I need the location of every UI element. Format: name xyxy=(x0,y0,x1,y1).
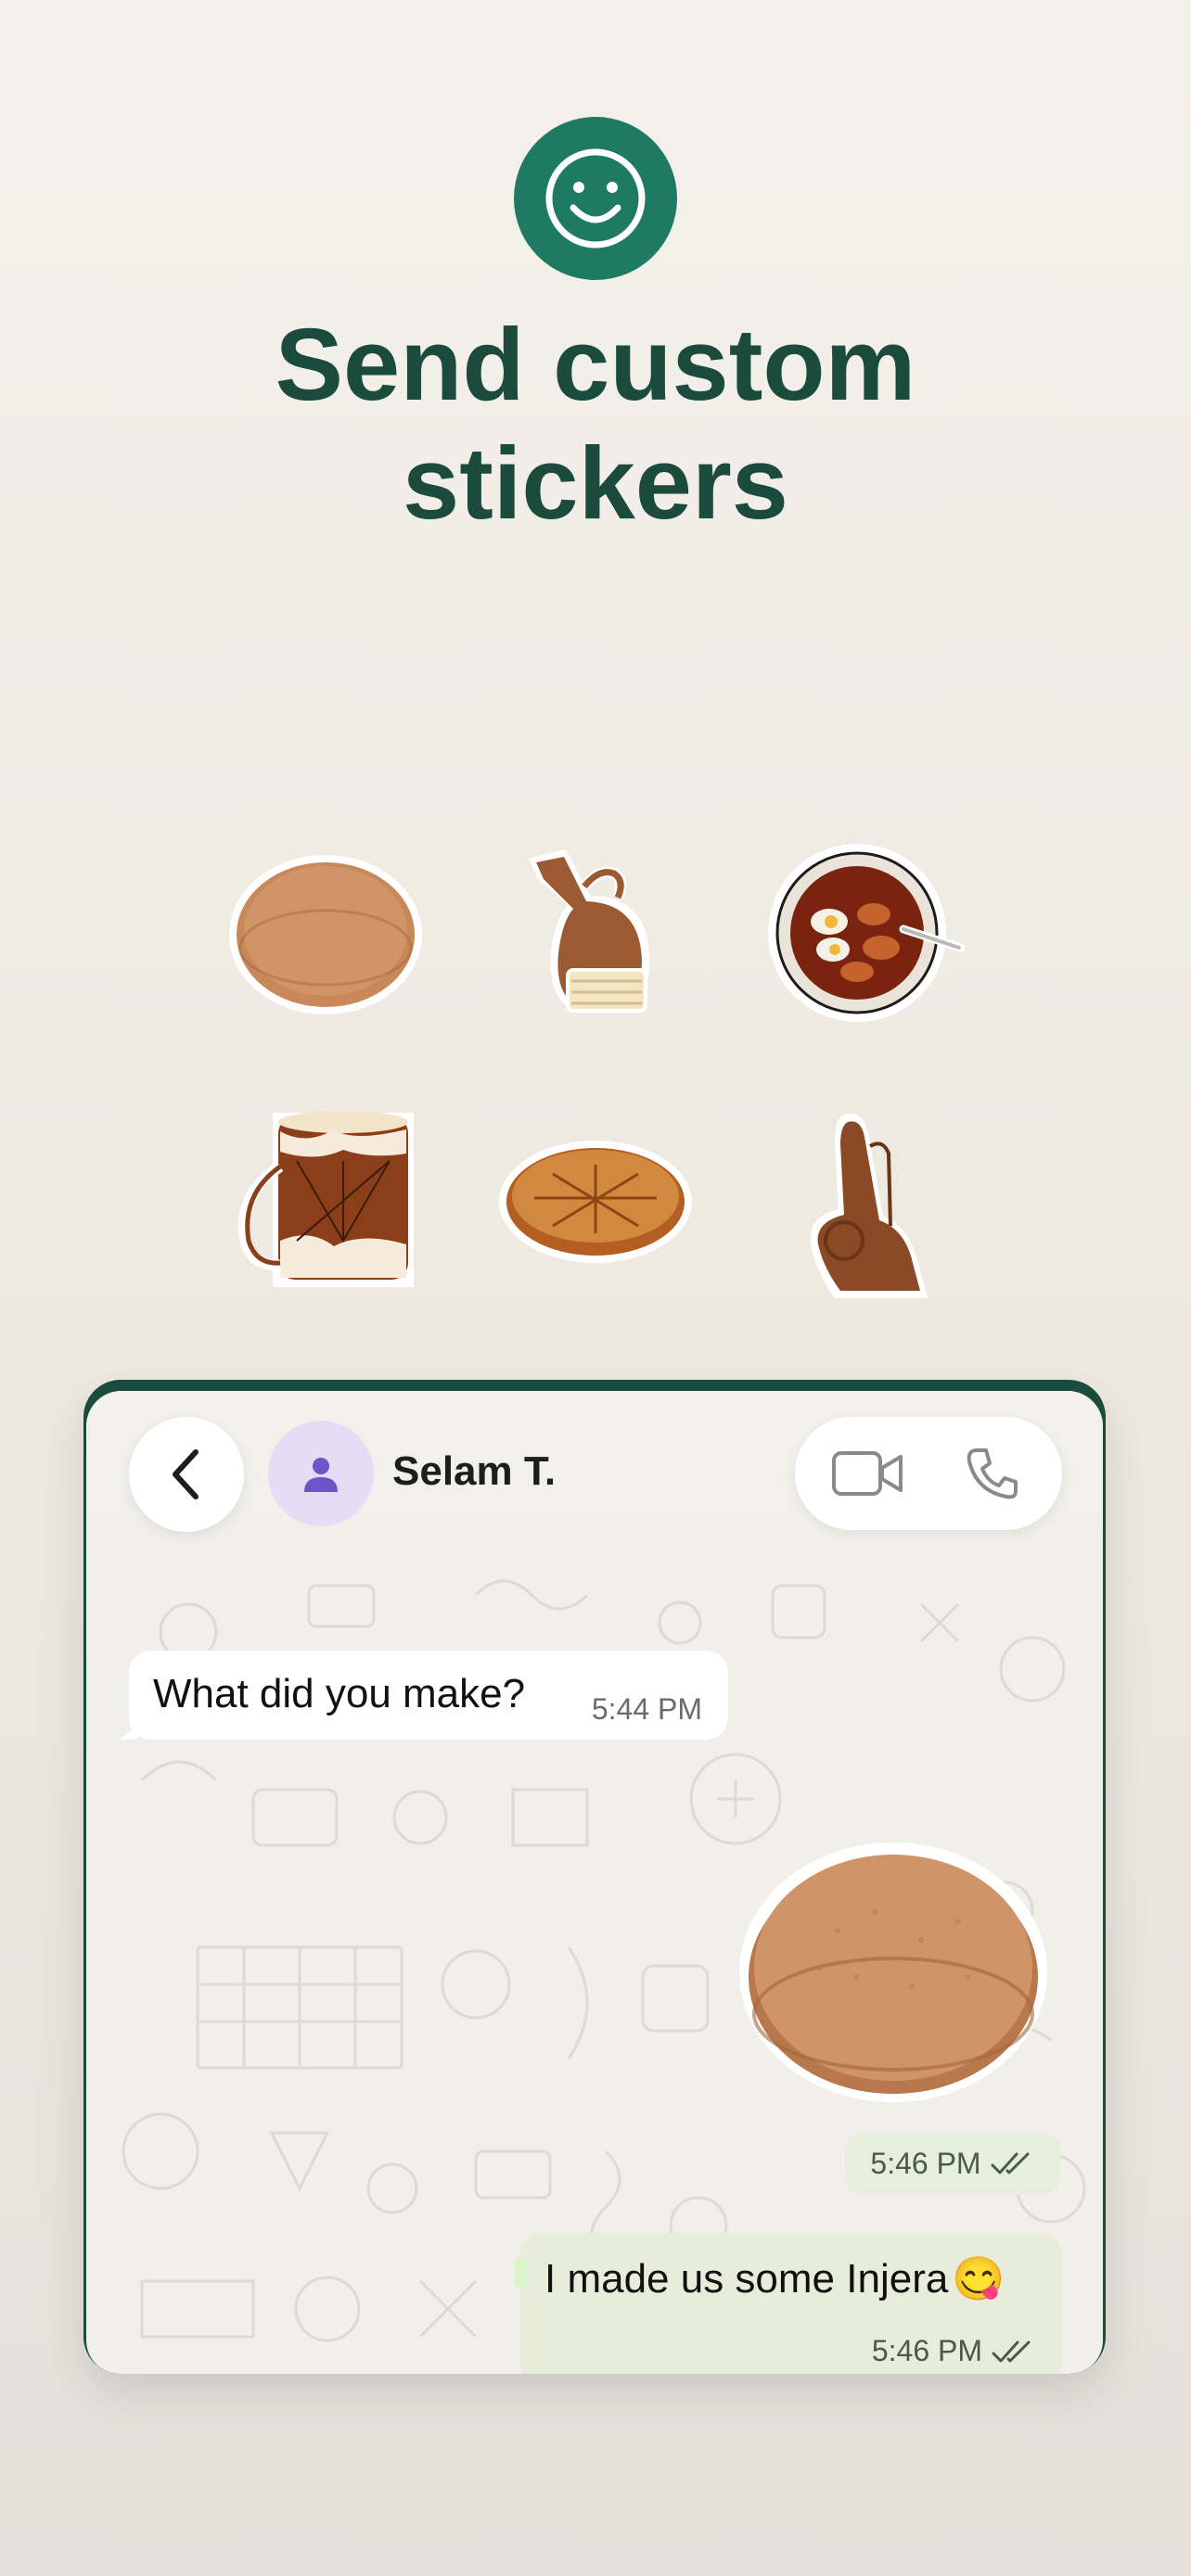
message-text: I made us some Injera xyxy=(544,2255,949,2302)
doro-wat-bowl-sticker[interactable] xyxy=(764,840,966,1030)
video-camera-icon xyxy=(832,1451,903,1496)
crossed-fingers-sticker[interactable] xyxy=(798,1105,939,1307)
phone-icon xyxy=(967,1448,1018,1499)
page-title: Send custom stickers xyxy=(0,306,1191,543)
chat-screen: Selam T. What did you make? 5:44 PM 5:46… xyxy=(86,1391,1103,2374)
double-check-icon xyxy=(992,2340,1031,2362)
message-text: What did you make? xyxy=(153,1671,526,1716)
avatar[interactable] xyxy=(268,1421,374,1526)
double-check-icon xyxy=(991,2152,1030,2174)
back-button[interactable] xyxy=(129,1417,244,1532)
incoming-message-bubble[interactable]: What did you make? 5:44 PM xyxy=(129,1651,728,1740)
headline-line-2: stickers xyxy=(403,427,788,541)
drum-sticker[interactable] xyxy=(232,1102,423,1307)
yum-emoji: 😋 xyxy=(952,2254,1005,2302)
sent-injera-sticker[interactable] xyxy=(736,1838,1051,2111)
call-actions xyxy=(795,1417,1062,1530)
sticker-timestamp: 5:46 PM xyxy=(845,2133,1060,2194)
voice-call-button[interactable] xyxy=(962,1443,1023,1504)
chat-header: Selam T. xyxy=(86,1391,1103,1549)
message-meta: 5:46 PM xyxy=(872,2334,1036,2368)
message-time: 5:46 PM xyxy=(870,2146,981,2180)
clay-coffee-pot-sticker[interactable] xyxy=(510,831,677,1038)
chevron-left-icon xyxy=(173,1449,198,1499)
video-call-button[interactable] xyxy=(830,1445,904,1502)
chat-preview-card: Selam T. What did you make? 5:44 PM 5:46… xyxy=(83,1380,1106,2374)
contact-name[interactable]: Selam T. xyxy=(392,1448,556,1495)
outgoing-message-bubble[interactable]: I made us some Injera 😋 5:46 PM xyxy=(515,2233,1062,2374)
message-time: 5:44 PM xyxy=(591,1692,702,1726)
person-icon xyxy=(304,1458,338,1492)
message-text-row: I made us some Injera 😋 xyxy=(544,2253,1005,2304)
bread-loaf-sticker[interactable] xyxy=(497,1137,694,1269)
smiley-face-icon xyxy=(514,117,677,280)
headline-line-1: Send custom xyxy=(275,308,916,422)
injera-sticker[interactable] xyxy=(226,844,425,1025)
message-time: 5:46 PM xyxy=(871,2334,982,2367)
